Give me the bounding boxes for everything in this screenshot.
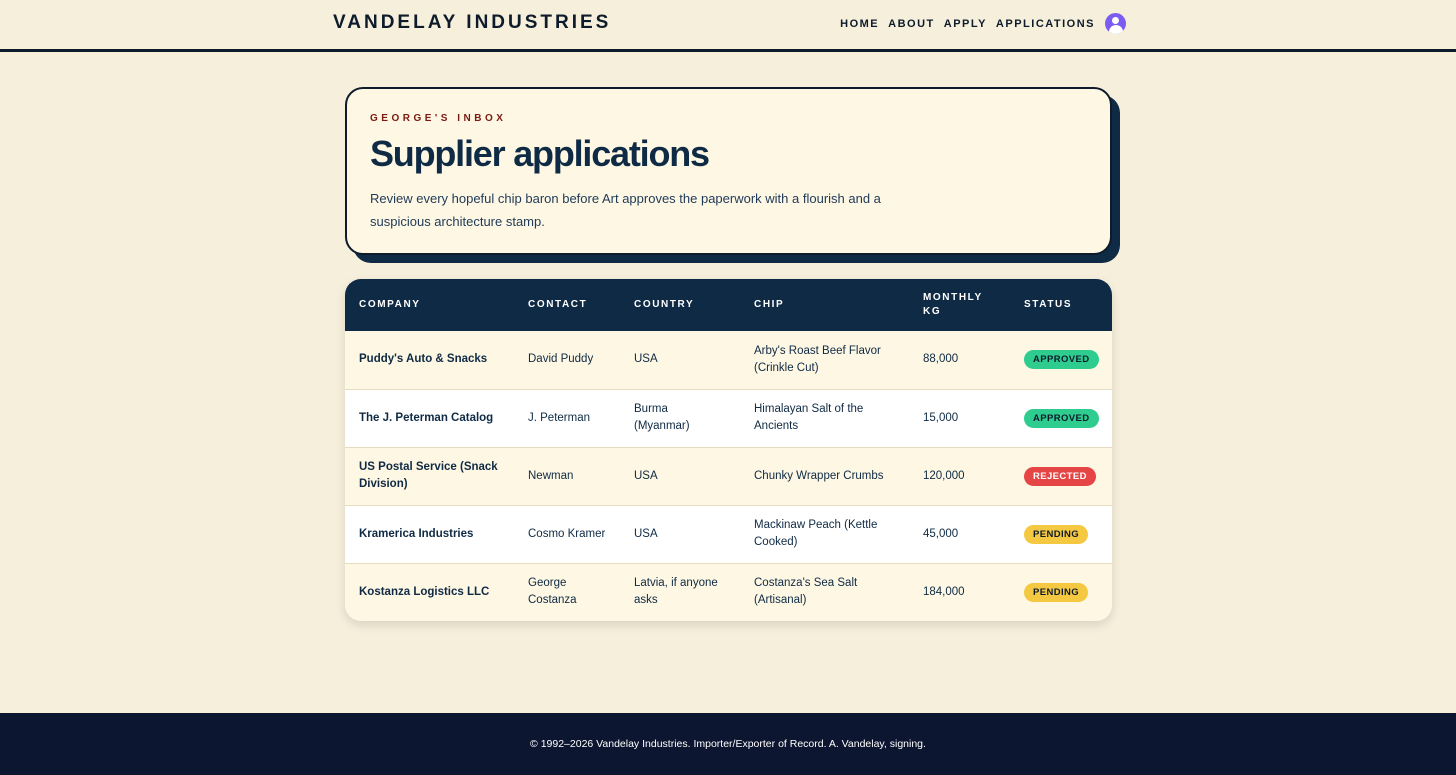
table-row[interactable]: Puddy's Auto & Snacks David Puddy USA Ar… (345, 331, 1112, 389)
page-description: Review every hopeful chip baron before A… (370, 191, 881, 229)
cell-monthly-kg: 88,000 (909, 331, 1010, 389)
cell-company: US Postal Service (Snack Division) (345, 446, 514, 505)
cell-company: Kramerica Industries (345, 504, 514, 563)
column-header-chip: CHIP (740, 279, 909, 331)
table-body: Puddy's Auto & Snacks David Puddy USA Ar… (345, 331, 1112, 621)
page-footer: © 1992–2026 Vandelay Industries. Importe… (0, 713, 1456, 775)
cell-chip: Costanza's Sea Salt (Artisanal) (740, 562, 909, 621)
cell-contact: George Costanza (514, 562, 620, 621)
table-row[interactable]: The J. Peterman Catalog J. Peterman Burm… (345, 388, 1112, 447)
cell-contact: Cosmo Kramer (514, 504, 620, 563)
status-badge: REJECTED (1024, 466, 1096, 486)
cell-status: APPROVED (1010, 388, 1112, 447)
table-row[interactable]: US Postal Service (Snack Division) Newma… (345, 446, 1112, 505)
cell-contact: Newman (514, 446, 620, 505)
cell-monthly-kg: 184,000 (909, 562, 1010, 621)
cell-monthly-kg: 45,000 (909, 504, 1010, 563)
avatar-head-shape (1112, 17, 1119, 24)
column-header-company: COMPANY (345, 279, 514, 331)
cell-monthly-kg: 15,000 (909, 388, 1010, 447)
status-badge: PENDING (1024, 524, 1089, 544)
table-row[interactable]: Kramerica Industries Cosmo Kramer USA Ma… (345, 504, 1112, 563)
column-header-contact: CONTACT (514, 279, 620, 331)
column-header-status: STATUS (1010, 279, 1112, 331)
status-badge: PENDING (1024, 582, 1089, 602)
status-badge: APPROVED (1024, 408, 1099, 428)
cell-company: Kostanza Logistics LLC (345, 562, 514, 621)
column-header-country: COUNTRY (620, 279, 740, 331)
cell-contact: J. Peterman (514, 388, 620, 447)
cell-country: USA (620, 504, 740, 563)
avatar-body-shape (1108, 25, 1123, 34)
cell-company: Puddy's Auto & Snacks (345, 331, 514, 389)
nav-apply-link[interactable]: APPLY (944, 18, 987, 30)
cell-country: Burma (Myanmar) (620, 388, 740, 447)
nav-home-link[interactable]: HOME (840, 18, 879, 30)
cell-monthly-kg: 120,000 (909, 446, 1010, 505)
cell-chip: Arby's Roast Beef Flavor (Crinkle Cut) (740, 331, 909, 389)
cell-status: APPROVED (1010, 331, 1112, 389)
status-badge: APPROVED (1024, 350, 1099, 370)
applications-table-card: COMPANY CONTACT COUNTRY CHIP MONTHLY KG … (345, 279, 1112, 621)
inbox-eyebrow: GEORGE'S INBOX (370, 113, 507, 124)
hero-section: GEORGE'S INBOX Supplier applications Rev… (345, 87, 1120, 263)
footer-copyright: © 1992–2026 Vandelay Industries. Importe… (530, 738, 926, 750)
cell-contact: David Puddy (514, 331, 620, 389)
cell-country: USA (620, 446, 740, 505)
hero-card: GEORGE'S INBOX Supplier applications Rev… (345, 87, 1112, 255)
nav-about-link[interactable]: ABOUT (888, 18, 935, 30)
cell-country: USA (620, 331, 740, 389)
nav-applications-link[interactable]: APPLICATIONS (996, 18, 1095, 30)
cell-country: Latvia, if anyone asks (620, 562, 740, 621)
table-row[interactable]: Kostanza Logistics LLC George Costanza L… (345, 562, 1112, 621)
top-navigation-bar: VANDELAY INDUSTRIES HOME ABOUT APPLY APP… (0, 0, 1456, 52)
column-header-monthly-kg: MONTHLY KG (909, 279, 1010, 331)
main-nav: HOME ABOUT APPLY APPLICATIONS (840, 13, 1126, 34)
cell-chip: Chunky Wrapper Crumbs (740, 446, 909, 505)
applications-table: COMPANY CONTACT COUNTRY CHIP MONTHLY KG … (345, 279, 1112, 621)
cell-status: REJECTED (1010, 446, 1112, 505)
cell-company: The J. Peterman Catalog (345, 388, 514, 447)
page-title: Supplier applications (370, 133, 710, 174)
brand-logo[interactable]: VANDELAY INDUSTRIES (333, 12, 611, 34)
user-avatar-icon[interactable] (1105, 13, 1126, 34)
cell-status: PENDING (1010, 562, 1112, 621)
cell-status: PENDING (1010, 504, 1112, 563)
table-header: COMPANY CONTACT COUNTRY CHIP MONTHLY KG … (345, 279, 1112, 331)
cell-chip: Mackinaw Peach (Kettle Cooked) (740, 504, 909, 563)
cell-chip: Himalayan Salt of the Ancients (740, 388, 909, 447)
